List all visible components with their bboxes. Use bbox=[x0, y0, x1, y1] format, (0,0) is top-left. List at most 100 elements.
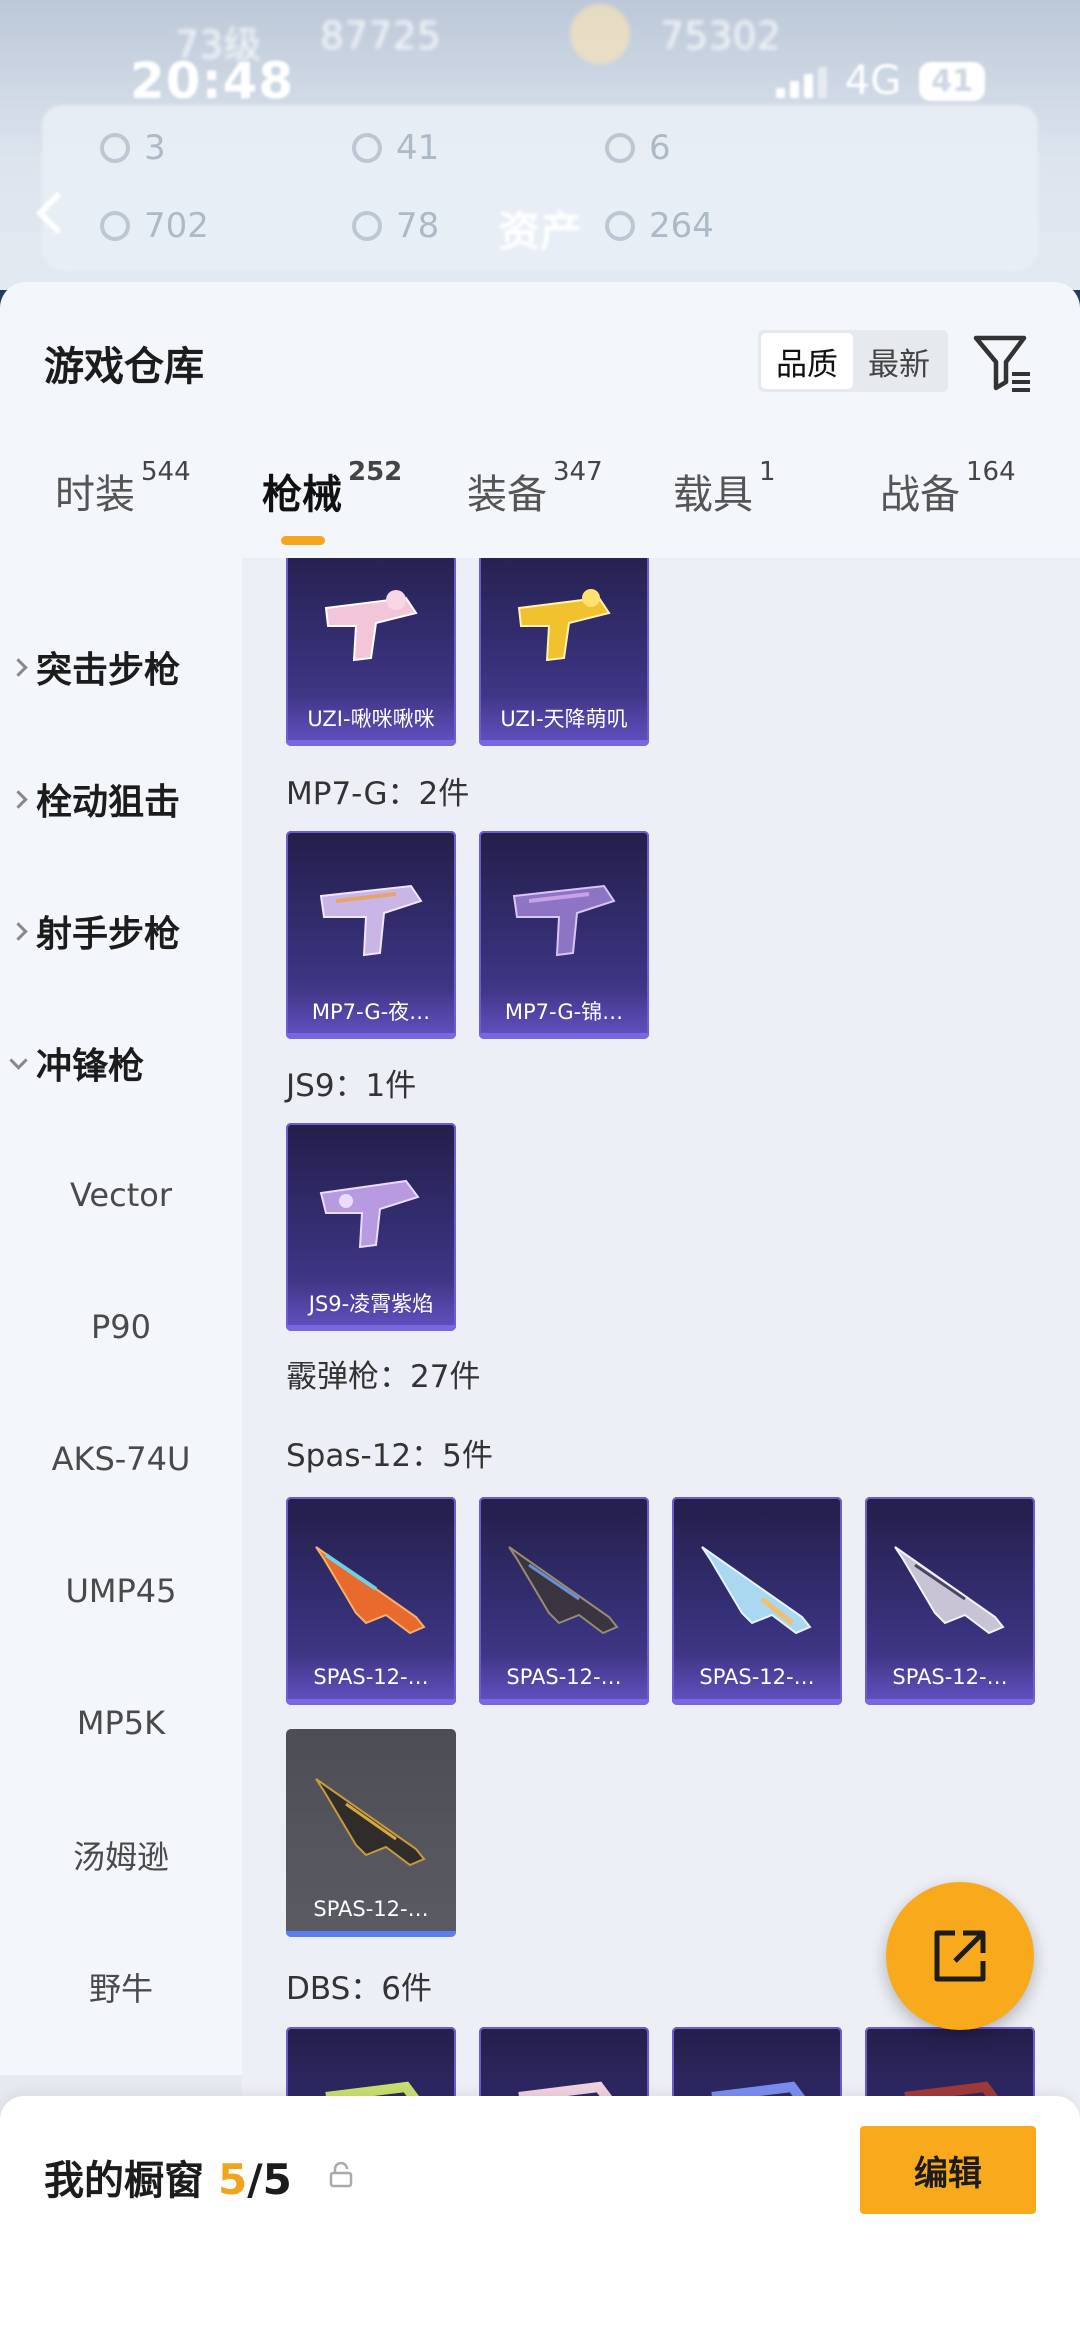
sidebar-subitem-vector[interactable]: Vector bbox=[0, 1151, 242, 1239]
item-name: SPAS-12-… bbox=[865, 1655, 1035, 1699]
item-name: SPAS-12-… bbox=[479, 1655, 649, 1699]
sheet-title: 游戏仓库 bbox=[44, 344, 204, 390]
tab-label: 战备 bbox=[880, 472, 960, 518]
showcase-panel: 我的橱窗 5 /5 编辑 bbox=[0, 2096, 1080, 2341]
chevron-down-icon bbox=[0, 1050, 36, 1070]
group-title-dbs: DBS：6件 bbox=[286, 1971, 432, 2007]
rarity-stripe bbox=[479, 1699, 649, 1705]
sidebar-subitem-p90[interactable]: P90 bbox=[0, 1283, 242, 1371]
stat-icon bbox=[605, 211, 635, 241]
group-title-shotgun: 霰弹枪：27件 bbox=[286, 1359, 481, 1395]
stat-4: 702 bbox=[100, 206, 209, 246]
sort-newest-button[interactable]: 最新 bbox=[853, 333, 945, 389]
rarity-stripe bbox=[479, 740, 649, 746]
share-icon bbox=[934, 1930, 986, 1982]
sidebar-item-label: 栓动狙击 bbox=[36, 782, 181, 823]
group-title-spas12: Spas-12：5件 bbox=[286, 1438, 493, 1474]
item-card[interactable]: SPAS-12-… bbox=[672, 1497, 842, 1705]
stat-value: 41 bbox=[396, 128, 440, 168]
showcase-label: 我的橱窗 5 /5 bbox=[44, 2148, 292, 2206]
network-type: 4G bbox=[844, 58, 902, 104]
stat-1: 3 bbox=[100, 128, 166, 168]
item-name: UZI-啾咪啾咪 bbox=[286, 696, 456, 740]
shotgun-skin-icon bbox=[894, 1546, 1005, 1635]
signal-icon bbox=[775, 64, 827, 98]
sort-quality-button[interactable]: 品质 bbox=[761, 333, 853, 389]
tab-count: 347 bbox=[553, 456, 603, 487]
item-name: UZI-天降萌叽 bbox=[479, 696, 649, 740]
shotgun-skin-icon bbox=[508, 1546, 619, 1635]
sidebar-item-label: 突击步枪 bbox=[36, 650, 181, 691]
tab-count: 164 bbox=[966, 456, 1016, 487]
tab-firearms[interactable]: 枪械252 bbox=[262, 457, 402, 520]
active-tab-indicator bbox=[281, 536, 325, 545]
item-card[interactable]: MP7-G-锦… bbox=[479, 831, 649, 1039]
sidebar-item-marksman-rifle[interactable]: 射手步枪 bbox=[0, 887, 242, 975]
avatar bbox=[570, 4, 630, 64]
weapon-category-sidebar: 突击步枪 栓动狙击 射手步枪 冲锋枪 Vector P90 AKS-74U UM… bbox=[0, 558, 242, 2341]
item-name: SPAS-12-… bbox=[672, 1655, 842, 1699]
item-card[interactable]: JS9-凌霄紫焰 bbox=[286, 1123, 456, 1331]
stat-5: 78 bbox=[352, 206, 439, 246]
showcase-title: 我的橱窗 bbox=[44, 2158, 204, 2204]
sidebar-item-assault-rifle[interactable]: 突击步枪 bbox=[0, 623, 242, 711]
stat-icon bbox=[605, 133, 635, 163]
sort-toggle: 品质 最新 bbox=[758, 330, 948, 392]
sidebar-subitem-aks74u[interactable]: AKS-74U bbox=[0, 1415, 242, 1503]
header-title: 资产 bbox=[498, 207, 583, 256]
item-card[interactable]: MP7-G-夜… bbox=[286, 831, 456, 1039]
smg-skin-icon bbox=[517, 589, 611, 662]
showcase-total: /5 bbox=[247, 2155, 292, 2204]
tab-label: 装备 bbox=[467, 472, 547, 518]
stat-value: 702 bbox=[144, 206, 209, 246]
shotgun-skin-icon bbox=[315, 1546, 426, 1635]
coin-count: 87725 bbox=[320, 14, 441, 58]
item-name: MP7-G-夜… bbox=[286, 989, 456, 1033]
item-name: SPAS-12-… bbox=[286, 1655, 456, 1699]
item-card[interactable]: UZI-天降萌叽 bbox=[479, 558, 649, 746]
sidebar-item-bolt-sniper[interactable]: 栓动狙击 bbox=[0, 755, 242, 843]
sidebar-item-label: 射手步枪 bbox=[36, 914, 181, 955]
sidebar-item-smg[interactable]: 冲锋枪 bbox=[0, 1019, 242, 1107]
item-name: MP7-G-锦… bbox=[479, 989, 649, 1033]
edit-button[interactable]: 编辑 bbox=[860, 2126, 1036, 2214]
tab-fashion[interactable]: 时装544 bbox=[55, 457, 191, 520]
item-name: JS9-凌霄紫焰 bbox=[286, 1281, 456, 1325]
share-button[interactable] bbox=[886, 1882, 1034, 2030]
chevron-right-icon bbox=[0, 921, 36, 941]
stat-value: 6 bbox=[649, 128, 671, 168]
sidebar-subitem-thompson[interactable]: 汤姆逊 bbox=[0, 1811, 242, 1899]
sidebar-subitem-bizon[interactable]: 野牛 bbox=[0, 1943, 242, 2031]
shotgun-skin-icon bbox=[315, 1778, 426, 1867]
item-card[interactable]: UZI-啾咪啾咪 bbox=[286, 558, 456, 746]
item-card[interactable]: SPAS-12-… bbox=[286, 1729, 456, 1937]
lock-icon bbox=[329, 2162, 353, 2188]
tab-count: 1 bbox=[759, 456, 776, 487]
tab-vehicles[interactable]: 载具1 bbox=[673, 457, 776, 520]
sidebar-subitem-mp5k[interactable]: MP5K bbox=[0, 1679, 242, 1767]
rarity-stripe bbox=[286, 1699, 456, 1705]
stat-value: 264 bbox=[649, 206, 714, 246]
sidebar-item-label: 冲锋枪 bbox=[36, 1046, 145, 1087]
item-card[interactable]: SPAS-12-… bbox=[286, 1497, 456, 1705]
rarity-stripe bbox=[672, 1699, 842, 1705]
stat-icon bbox=[100, 133, 130, 163]
rarity-stripe bbox=[286, 740, 456, 746]
rarity-stripe bbox=[286, 1325, 456, 1331]
smg-skin-icon bbox=[512, 884, 616, 957]
tab-supplies[interactable]: 战备164 bbox=[880, 457, 1016, 520]
chevron-right-icon bbox=[0, 789, 36, 809]
tab-equipment[interactable]: 装备347 bbox=[467, 457, 603, 520]
stat-icon bbox=[100, 211, 130, 241]
stat-3: 6 bbox=[605, 128, 671, 168]
rarity-stripe bbox=[865, 1699, 1035, 1705]
rarity-stripe bbox=[286, 1931, 456, 1937]
sidebar-subitem-ump45[interactable]: UMP45 bbox=[0, 1547, 242, 1635]
shotgun-skin-icon bbox=[701, 1546, 812, 1635]
item-card[interactable]: SPAS-12-… bbox=[479, 1497, 649, 1705]
smg-skin-icon bbox=[324, 590, 418, 662]
item-card[interactable]: SPAS-12-… bbox=[865, 1497, 1035, 1705]
stat-value: 3 bbox=[144, 128, 166, 168]
filter-button[interactable] bbox=[972, 330, 1036, 394]
points-count: 75302 bbox=[660, 14, 781, 58]
